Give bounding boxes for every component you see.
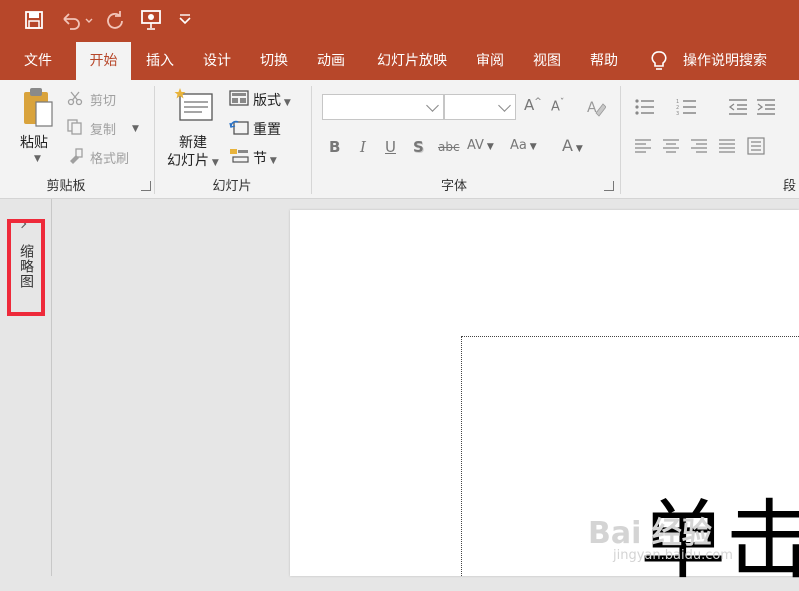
watermark-url: jingyan.baidu.com: [613, 548, 733, 563]
watermark-logo: Bai 经验: [588, 516, 712, 551]
